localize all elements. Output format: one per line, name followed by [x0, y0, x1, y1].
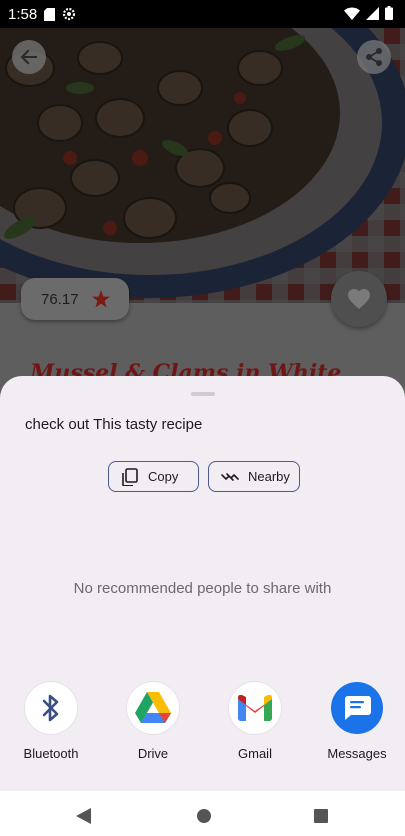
nearby-label: Nearby [248, 469, 290, 484]
wifi-icon [344, 7, 360, 20]
back-button[interactable] [12, 40, 46, 74]
system-navigation-bar [0, 791, 405, 836]
status-time: 1:58 [8, 6, 38, 23]
no-recommendations-message: No recommended people to share with [73, 580, 332, 597]
recipe-hero-image [0, 28, 405, 303]
signal-icon [366, 6, 379, 20]
drag-handle[interactable] [191, 392, 215, 396]
share-target-drive[interactable]: Drive [113, 682, 193, 761]
share-target-label: Messages [327, 746, 387, 761]
share-targets-row: Bluetooth Drive Gmail Messages [0, 682, 405, 782]
messages-icon [345, 696, 371, 720]
nearby-share-icon [221, 472, 239, 481]
share-target-gmail[interactable]: Gmail [215, 682, 295, 761]
arrow-back-icon [20, 49, 37, 65]
share-target-label: Bluetooth [23, 746, 79, 761]
battery-icon [385, 6, 393, 20]
rating-chip: 76.17 [21, 278, 129, 320]
settings-gear-icon [62, 7, 76, 21]
share-target-label: Drive [137, 746, 169, 761]
copy-label: Copy [148, 469, 179, 484]
share-target-label: Gmail [238, 746, 272, 761]
heart-icon [348, 289, 370, 309]
share-button[interactable] [357, 40, 391, 74]
share-target-messages[interactable]: Messages [317, 682, 397, 761]
nav-home-button[interactable] [197, 809, 211, 823]
copy-button[interactable]: Copy [108, 461, 199, 492]
rating-value: 76.17 [41, 290, 79, 308]
copy-icon [122, 467, 138, 486]
share-target-bluetooth[interactable]: Bluetooth [11, 682, 91, 761]
favorite-button[interactable] [331, 271, 387, 327]
drive-icon [135, 692, 171, 723]
shared-text-preview: check out This tasty recipe [25, 416, 203, 433]
bluetooth-icon [42, 694, 59, 722]
status-bar: 1:58 [0, 0, 405, 28]
share-sheet: check out This tasty recipe Copy Nearby … [0, 376, 405, 791]
star-icon [91, 289, 110, 307]
nav-back-icon[interactable] [76, 808, 92, 824]
nav-recents-button[interactable] [314, 809, 328, 823]
gmail-icon [238, 695, 272, 721]
sd-card-icon [44, 7, 55, 21]
nearby-share-button[interactable]: Nearby [208, 461, 300, 492]
share-icon [366, 48, 382, 66]
